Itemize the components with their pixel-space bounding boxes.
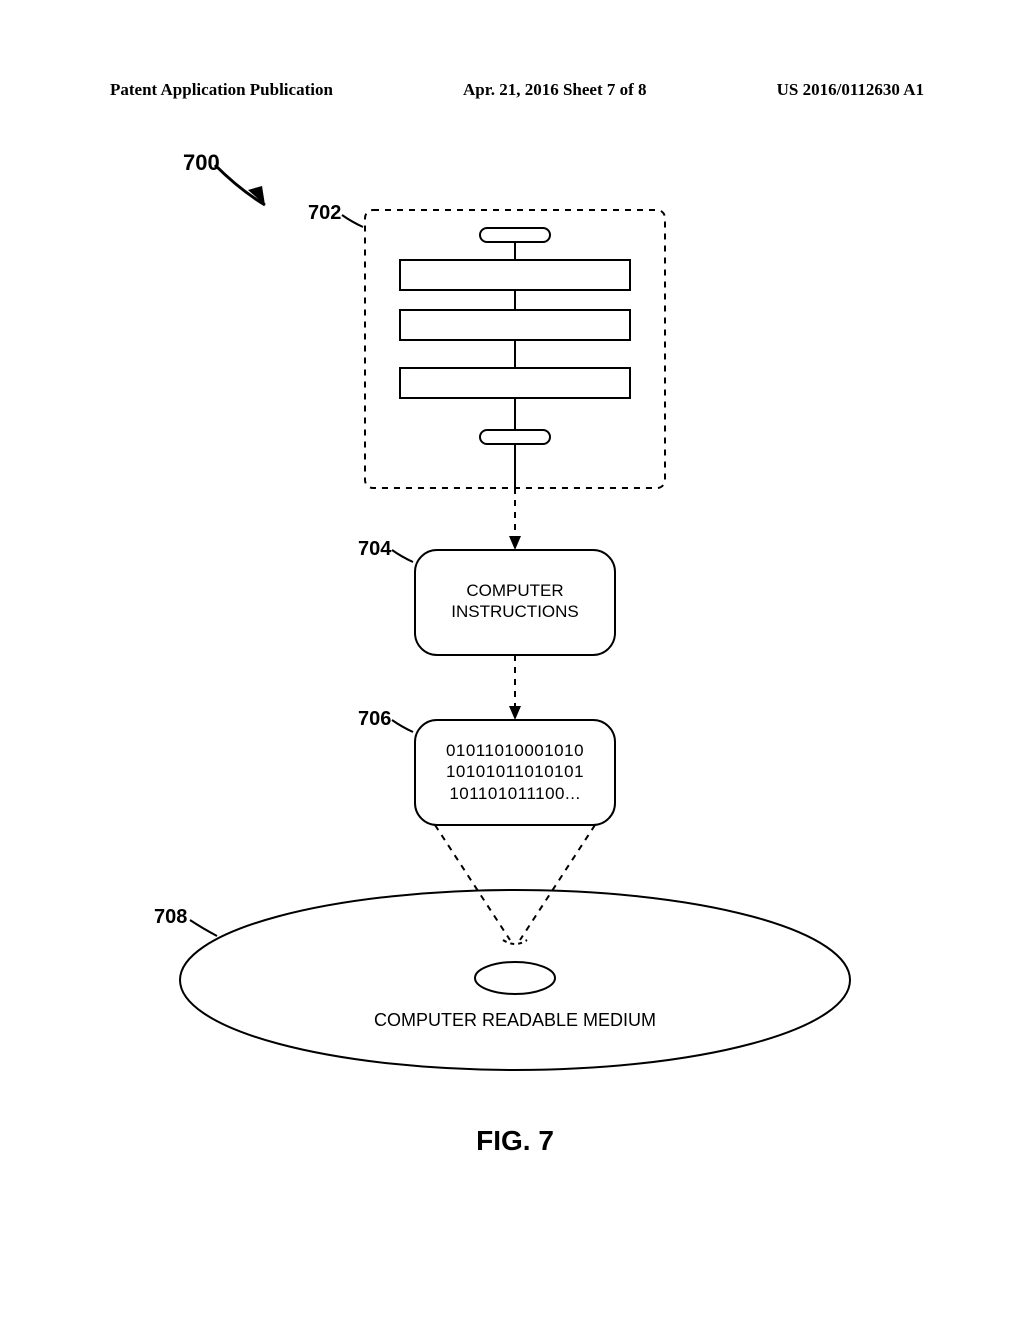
figure-svg [80, 110, 950, 1210]
header-left: Patent Application Publication [110, 80, 333, 100]
header-center: Apr. 21, 2016 Sheet 7 of 8 [333, 80, 777, 100]
figure-area: 700 702 704 706 708 COMPUTER INSTRUCTION… [80, 110, 950, 1210]
box-706-line3: 101101011100... [415, 783, 615, 804]
box-704-line2: INSTRUCTIONS [415, 601, 615, 622]
disc-text: COMPUTER READABLE MEDIUM [280, 1010, 750, 1031]
box-704-line1: COMPUTER [415, 580, 615, 601]
label-702: 702 [308, 202, 341, 225]
box-704-text: COMPUTER INSTRUCTIONS [415, 580, 615, 623]
box-706-line2: 10101011010101 [415, 761, 615, 782]
label-704: 704 [358, 538, 391, 561]
label-706: 706 [358, 708, 391, 731]
header-right: US 2016/0112630 A1 [777, 80, 924, 100]
box-706-line1: 01011010001010 [415, 740, 615, 761]
page-header: Patent Application Publication Apr. 21, … [110, 80, 924, 100]
label-708: 708 [154, 906, 187, 929]
figure-caption: FIG. 7 [80, 1125, 950, 1157]
box-706-text: 01011010001010 10101011010101 1011010111… [415, 740, 615, 804]
label-700: 700 [183, 150, 220, 176]
